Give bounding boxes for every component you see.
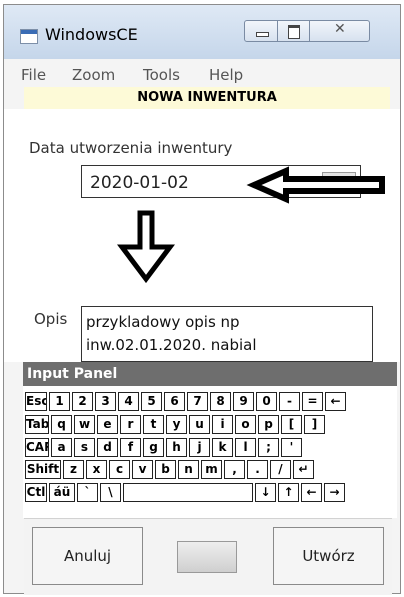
windows-ce-icon [20,29,38,44]
key[interactable]: h [166,438,187,457]
key[interactable]: x [86,460,107,479]
key[interactable]: Esc [25,392,47,411]
key[interactable]: r [120,415,141,434]
description-label: Opis [34,310,68,328]
key[interactable]: l [235,438,256,457]
maximize-icon [288,25,300,39]
key[interactable]: ← [301,483,322,502]
key[interactable]: ← [325,392,346,411]
key[interactable]: 4 [118,392,139,411]
key[interactable]: 1 [49,392,70,411]
key[interactable]: Tab [25,415,49,434]
onscreen-keyboard: Esc1234567890-=←Tabqwertyuiop[]CAPasdfgh… [23,386,397,518]
key[interactable]: i [212,415,233,434]
keyboard-icon[interactable] [177,541,237,573]
key[interactable]: CAP [25,438,49,457]
key[interactable]: o [235,415,256,434]
date-value: 2020-01-02 [90,173,189,193]
key[interactable]: / [270,460,291,479]
title-bar: WindowsCE ✕ [4,5,400,60]
key[interactable]: e [97,415,118,434]
key[interactable]: j [189,438,210,457]
date-spinner[interactable] [322,172,356,192]
key[interactable]: Shift [25,460,61,479]
key[interactable]: d [97,438,118,457]
key[interactable]: 8 [210,392,231,411]
menu-tools[interactable]: Tools [143,66,180,84]
keyboard-row: Tab q w e r t y u i o p[] [25,415,325,434]
menu-zoom[interactable]: Zoom [72,66,115,84]
key[interactable]: , [224,460,245,479]
key[interactable]: w [74,415,95,434]
key[interactable]: = [302,392,323,411]
key[interactable]: Ctl [25,483,47,502]
key[interactable]: a [51,438,72,457]
key[interactable]: ↑ [278,483,299,502]
key[interactable]: g [143,438,164,457]
keyboard-row: Esc 1 2 3 4 5 6 7 8 9 0- = ← [25,392,346,411]
key[interactable]: t [143,415,164,434]
key[interactable] [123,483,253,502]
keyboard-row: Shift z x c v b n m,. / ↵ [25,460,314,479]
key[interactable]: \ [100,483,121,502]
keyboard-row: CAPasdfghjkl;' [25,438,302,457]
app-window: WindowsCE ✕ File Zoom Tools Help NOWA IN… [3,4,401,595]
key[interactable]: ; [258,438,279,457]
page-banner: NOWA INWENTURA [24,87,390,110]
key[interactable]: 5 [141,392,162,411]
input-panel-title: Input Panel [23,362,397,386]
key[interactable]: - [279,392,300,411]
key[interactable]: b [155,460,176,479]
date-label: Data utworzenia inwentury [29,139,233,157]
key[interactable]: . [247,460,268,479]
cancel-button[interactable]: Anuluj [32,527,143,585]
menu-help[interactable]: Help [209,66,243,84]
key[interactable]: f [120,438,141,457]
key[interactable]: 7 [187,392,208,411]
key[interactable]: ` [77,483,98,502]
minimize-icon [256,32,269,37]
close-icon: ✕ [334,21,346,37]
key[interactable]: n [178,460,199,479]
key[interactable]: 0 [256,392,277,411]
key[interactable]: 2 [72,392,93,411]
key[interactable]: 6 [164,392,185,411]
menu-file[interactable]: File [21,66,46,84]
key[interactable]: k [212,438,233,457]
maximize-button[interactable] [277,20,310,42]
minimize-button[interactable] [244,20,278,42]
key[interactable]: p [258,415,279,434]
date-picker[interactable]: 2020-01-02 [81,165,361,198]
key[interactable]: y [166,415,187,434]
key[interactable]: 3 [95,392,116,411]
key[interactable]: z [63,460,84,479]
key[interactable]: ↵ [293,460,314,479]
create-button[interactable]: Utwórz [273,527,384,585]
key[interactable]: v [132,460,153,479]
key[interactable]: q [51,415,72,434]
close-button[interactable]: ✕ [309,20,370,42]
key[interactable]: ] [304,415,325,434]
key[interactable]: s [74,438,95,457]
key[interactable]: 9 [233,392,254,411]
key[interactable]: m [201,460,222,479]
key[interactable]: u [189,415,210,434]
key[interactable]: áü [49,483,75,502]
key[interactable]: ↓ [255,483,276,502]
key[interactable]: ' [281,438,302,457]
description-input[interactable]: przykladowy opis np inw.02.01.2020. nabi… [81,306,373,362]
keyboard-row: Ctl áü ` \ ↓ ↑ ← → [25,483,345,502]
key[interactable]: → [324,483,345,502]
description-line-1: przykladowy opis np [86,313,240,331]
key[interactable]: [ [281,415,302,434]
key[interactable]: c [109,460,130,479]
description-line-2: inw.02.01.2020. nabial [86,336,257,354]
menu-bar: File Zoom Tools Help [4,59,400,87]
window-title: WindowsCE [45,25,138,44]
bottom-bar: Anuluj Utwórz [24,518,392,595]
